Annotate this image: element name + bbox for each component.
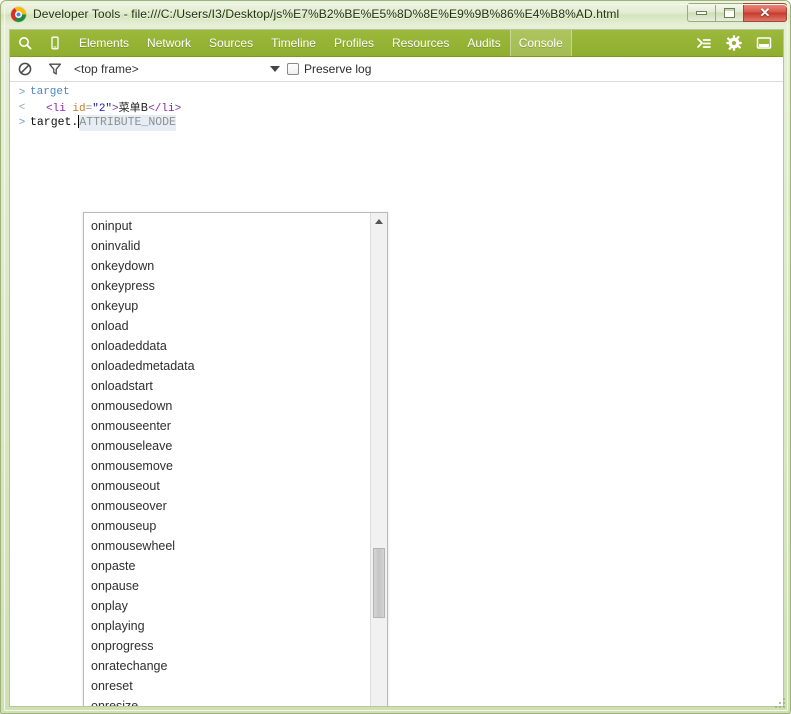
console-input-expression: target [30, 86, 70, 98]
autocomplete-item[interactable]: onmouseleave [84, 436, 370, 456]
clear-console-icon[interactable] [10, 62, 40, 76]
scroll-up-arrow-icon[interactable] [371, 213, 387, 229]
tab-timeline[interactable]: Timeline [262, 30, 325, 56]
tab-audits[interactable]: Audits [458, 30, 509, 56]
html-inner-text: 菜单B [118, 101, 149, 114]
console-drawer-icon[interactable] [689, 30, 719, 56]
chevron-down-icon[interactable] [270, 66, 280, 72]
devtools-toolbar: Elements Network Sources Timeline Profil… [10, 30, 783, 57]
autocomplete-item[interactable]: onkeypress [84, 276, 370, 296]
autocomplete-item[interactable]: onloadstart [84, 376, 370, 396]
autocomplete-item[interactable]: onresize [84, 696, 370, 706]
autocomplete-item[interactable]: onplaying [84, 616, 370, 636]
devtools-window: Developer Tools - file:///C:/Users/I3/De… [0, 0, 791, 714]
close-icon: ✕ [759, 5, 771, 20]
autocomplete-popup[interactable]: oninput oninvalid onkeydown onkeypress o… [83, 212, 388, 706]
html-tag-close-bracket: > [112, 103, 119, 115]
input-marker-icon: > [18, 86, 26, 98]
html-attr-name: id [72, 103, 86, 115]
device-toggle-icon[interactable] [40, 30, 70, 56]
autocomplete-item[interactable]: onmousemove [84, 456, 370, 476]
console-filter-bar: <top frame> Preserve log [10, 57, 783, 82]
minimize-icon [696, 10, 707, 15]
console-prompt-row[interactable]: > target. ATTRIBUTE_NODE [10, 115, 783, 131]
preserve-log-checkbox[interactable] [287, 63, 299, 75]
html-attr-value: "2" [92, 103, 113, 115]
html-tag-end: </li> [148, 103, 182, 115]
tab-sources[interactable]: Sources [200, 30, 262, 56]
execution-context-selector[interactable]: <top frame> [74, 62, 139, 76]
close-button[interactable]: ✕ [743, 3, 787, 22]
preserve-log-toggle[interactable]: Preserve log [287, 62, 371, 76]
autocomplete-scrollbar[interactable] [370, 213, 387, 706]
devtools-panel: Elements Network Sources Timeline Profil… [9, 29, 784, 707]
tab-elements[interactable]: Elements [70, 30, 138, 56]
output-marker-icon: < [18, 101, 26, 113]
autocomplete-item[interactable]: onreset [84, 676, 370, 696]
title-bar[interactable]: Developer Tools - file:///C:/Users/I3/De… [1, 1, 790, 27]
window-title: Developer Tools - file:///C:/Users/I3/De… [33, 7, 620, 21]
tab-console[interactable]: Console [509, 30, 572, 56]
autocomplete-list[interactable]: oninput oninvalid onkeydown onkeypress o… [84, 213, 370, 706]
autocomplete-item[interactable]: onprogress [84, 636, 370, 656]
console-inline-suggestion: ATTRIBUTE_NODE [79, 115, 176, 131]
console-prompt-input[interactable]: target. [30, 115, 78, 131]
window-controls: ✕ [687, 3, 787, 23]
minimize-button[interactable] [687, 3, 715, 22]
autocomplete-item[interactable]: onmouseover [84, 496, 370, 516]
autocomplete-item[interactable]: onmouseup [84, 516, 370, 536]
autocomplete-item[interactable]: oninput [84, 216, 370, 236]
search-icon[interactable] [10, 30, 40, 56]
html-tag-open: <li [46, 103, 73, 115]
toolbar-right-actions [689, 30, 779, 56]
gear-icon[interactable] [719, 30, 749, 56]
scrollbar-thumb[interactable] [373, 548, 385, 618]
autocomplete-item[interactable]: onmouseout [84, 476, 370, 496]
autocomplete-item[interactable]: onplay [84, 596, 370, 616]
dock-icon[interactable] [749, 30, 779, 56]
prompt-marker-icon: > [18, 116, 26, 128]
autocomplete-item[interactable]: onkeydown [84, 256, 370, 276]
chrome-logo-icon [11, 6, 26, 22]
autocomplete-item[interactable]: onloadeddata [84, 336, 370, 356]
maximize-button[interactable] [715, 3, 743, 22]
autocomplete-item[interactable]: onmousewheel [84, 536, 370, 556]
autocomplete-item[interactable]: oninvalid [84, 236, 370, 256]
tab-network[interactable]: Network [138, 30, 200, 56]
resize-grip[interactable] [773, 696, 787, 710]
autocomplete-item[interactable]: onloadedmetadata [84, 356, 370, 376]
tab-profiles[interactable]: Profiles [325, 30, 383, 56]
console-message-area[interactable]: > target < <li id="2">菜单B</li> > target.… [10, 82, 783, 706]
autocomplete-item[interactable]: onpaste [84, 556, 370, 576]
autocomplete-item[interactable]: onratechange [84, 656, 370, 676]
tab-resources[interactable]: Resources [383, 30, 458, 56]
filter-funnel-icon[interactable] [40, 62, 70, 76]
preserve-log-label: Preserve log [304, 62, 372, 76]
console-row-input: > target [10, 85, 783, 100]
autocomplete-item[interactable]: onmousedown [84, 396, 370, 416]
autocomplete-item[interactable]: onpause [84, 576, 370, 596]
maximize-icon [724, 7, 735, 18]
autocomplete-item[interactable]: onload [84, 316, 370, 336]
devtools-tab-list: Elements Network Sources Timeline Profil… [70, 30, 689, 56]
console-row-output: < <li id="2">菜单B</li> [10, 100, 783, 115]
autocomplete-item[interactable]: onmouseenter [84, 416, 370, 436]
autocomplete-item[interactable]: onkeyup [84, 296, 370, 316]
